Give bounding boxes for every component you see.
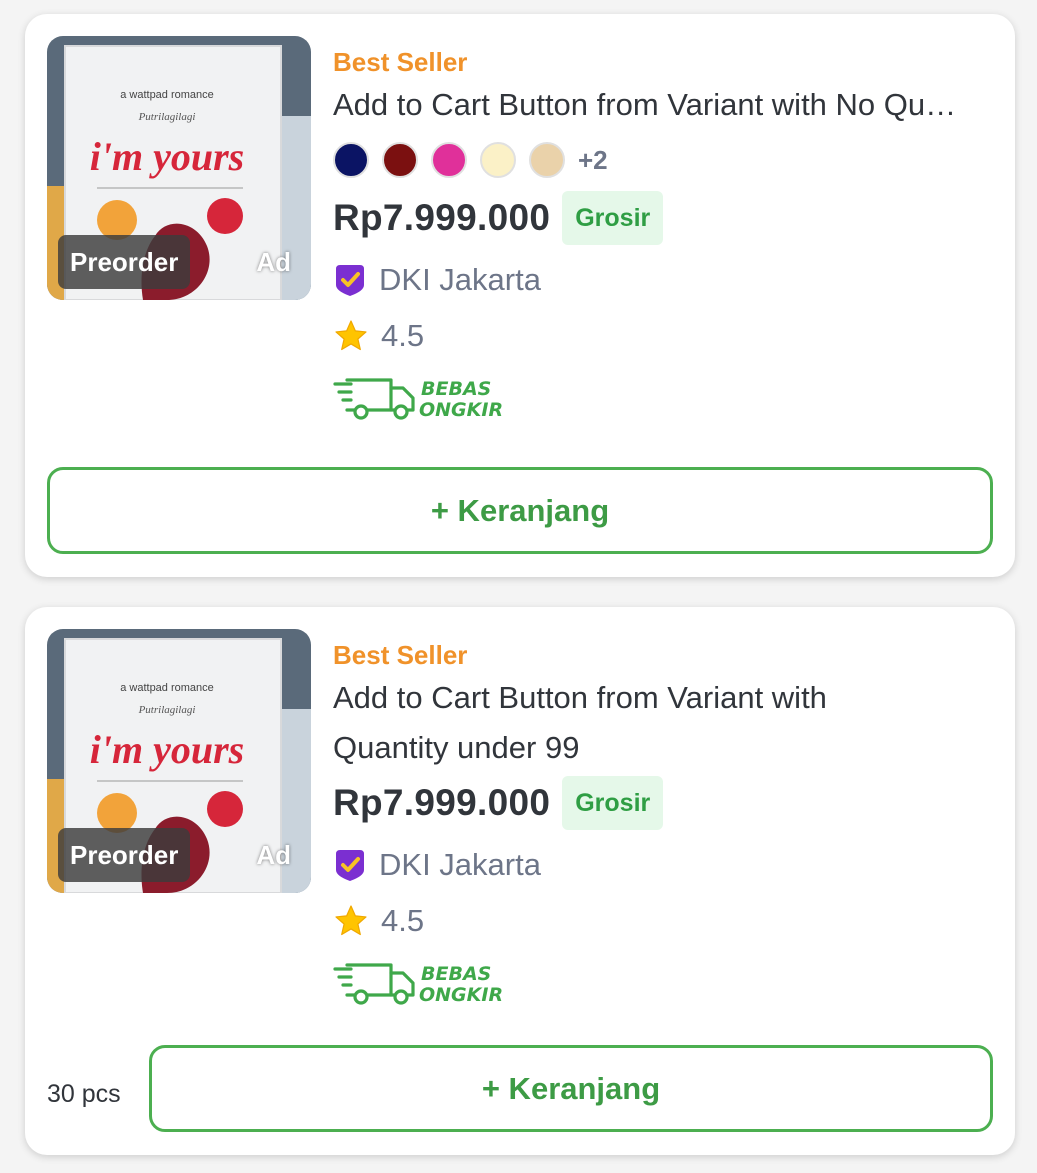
product-card[interactable]: a wattpad romance Putrilagilagi i'm your… (25, 14, 1015, 577)
more-swatches-count: +2 (578, 144, 608, 175)
svg-text:Putrilagilagi: Putrilagilagi (138, 704, 196, 716)
rating-row: 4.5 (333, 893, 993, 949)
verified-shop-badge-icon (336, 265, 364, 296)
free-shipping-badge: BEBAS ONGKIR (333, 364, 993, 434)
color-swatch-beige[interactable] (529, 142, 565, 178)
best-seller-label: Best Seller (333, 47, 468, 77)
product-title[interactable]: Add to Cart Button from Variant with Qua… (333, 673, 993, 773)
svg-text:a wattpad romance: a wattpad romance (120, 89, 214, 101)
location-text: DKI Jakarta (379, 262, 541, 297)
location-text: DKI Jakarta (379, 847, 541, 882)
svg-text:BEBAS: BEBAS (421, 378, 491, 400)
product-title-line: Quantity under 99 (333, 730, 580, 765)
product-info: Best Seller Add to Cart Button from Vari… (333, 637, 993, 1019)
star-icon (335, 905, 367, 936)
variant-swatches: +2 (333, 132, 993, 188)
shop-location: DKI Jakarta (333, 252, 993, 308)
color-swatch-navy[interactable] (333, 142, 369, 178)
color-swatch-cream[interactable] (480, 142, 516, 178)
svg-text:ONGKIR: ONGKIR (419, 984, 503, 1006)
shop-location: DKI Jakarta (333, 837, 993, 893)
product-title[interactable]: Add to Cart Button from Variant with No … (333, 80, 993, 130)
product-thumbnail[interactable]: a wattpad romance Putrilagilagi i'm your… (47, 629, 311, 893)
price-row: Rp7.999.000 Grosir (333, 188, 993, 248)
color-swatch-pink[interactable] (431, 142, 467, 178)
quantity-label: 30 pcs (47, 1080, 121, 1108)
verified-shop-badge-icon (336, 850, 364, 881)
product-price: Rp7.999.000 (333, 782, 551, 823)
svg-text:a wattpad romance: a wattpad romance (120, 682, 214, 694)
delivery-truck-icon: BEBAS ONGKIR (333, 963, 503, 1006)
ad-badge: Ad (256, 840, 291, 870)
color-swatch-maroon[interactable] (382, 142, 418, 178)
price-row: Rp7.999.000 Grosir (333, 773, 993, 833)
product-info: Best Seller Add to Cart Button from Vari… (333, 44, 993, 434)
delivery-truck-icon: BEBAS ONGKIR (333, 378, 503, 421)
add-to-cart-button[interactable]: + Keranjang (47, 467, 993, 554)
add-to-cart-button[interactable]: + Keranjang (149, 1045, 993, 1132)
product-price: Rp7.999.000 (333, 197, 551, 238)
svg-text:i'm yours: i'm yours (90, 134, 244, 179)
grosir-badge: Grosir (562, 191, 664, 245)
preorder-badge: Preorder (58, 828, 191, 882)
rating-value: 4.5 (381, 903, 425, 938)
preorder-badge: Preorder (58, 235, 191, 289)
svg-text:Putrilagilagi: Putrilagilagi (138, 111, 196, 123)
svg-text:ONGKIR: ONGKIR (419, 399, 503, 421)
product-card[interactable]: a wattpad romance Putrilagilagi i'm your… (25, 607, 1015, 1155)
free-shipping-badge: BEBAS ONGKIR (333, 949, 993, 1019)
rating-value: 4.5 (381, 318, 425, 353)
ad-badge: Ad (256, 247, 291, 277)
product-title-line: Add to Cart Button from Variant with (333, 680, 827, 715)
star-icon (335, 320, 367, 351)
grosir-badge: Grosir (562, 776, 664, 830)
best-seller-label: Best Seller (333, 640, 468, 670)
rating-row: 4.5 (333, 308, 993, 364)
product-thumbnail[interactable]: a wattpad romance Putrilagilagi i'm your… (47, 36, 311, 300)
svg-text:i'm yours: i'm yours (90, 727, 244, 772)
svg-text:BEBAS: BEBAS (421, 963, 491, 985)
